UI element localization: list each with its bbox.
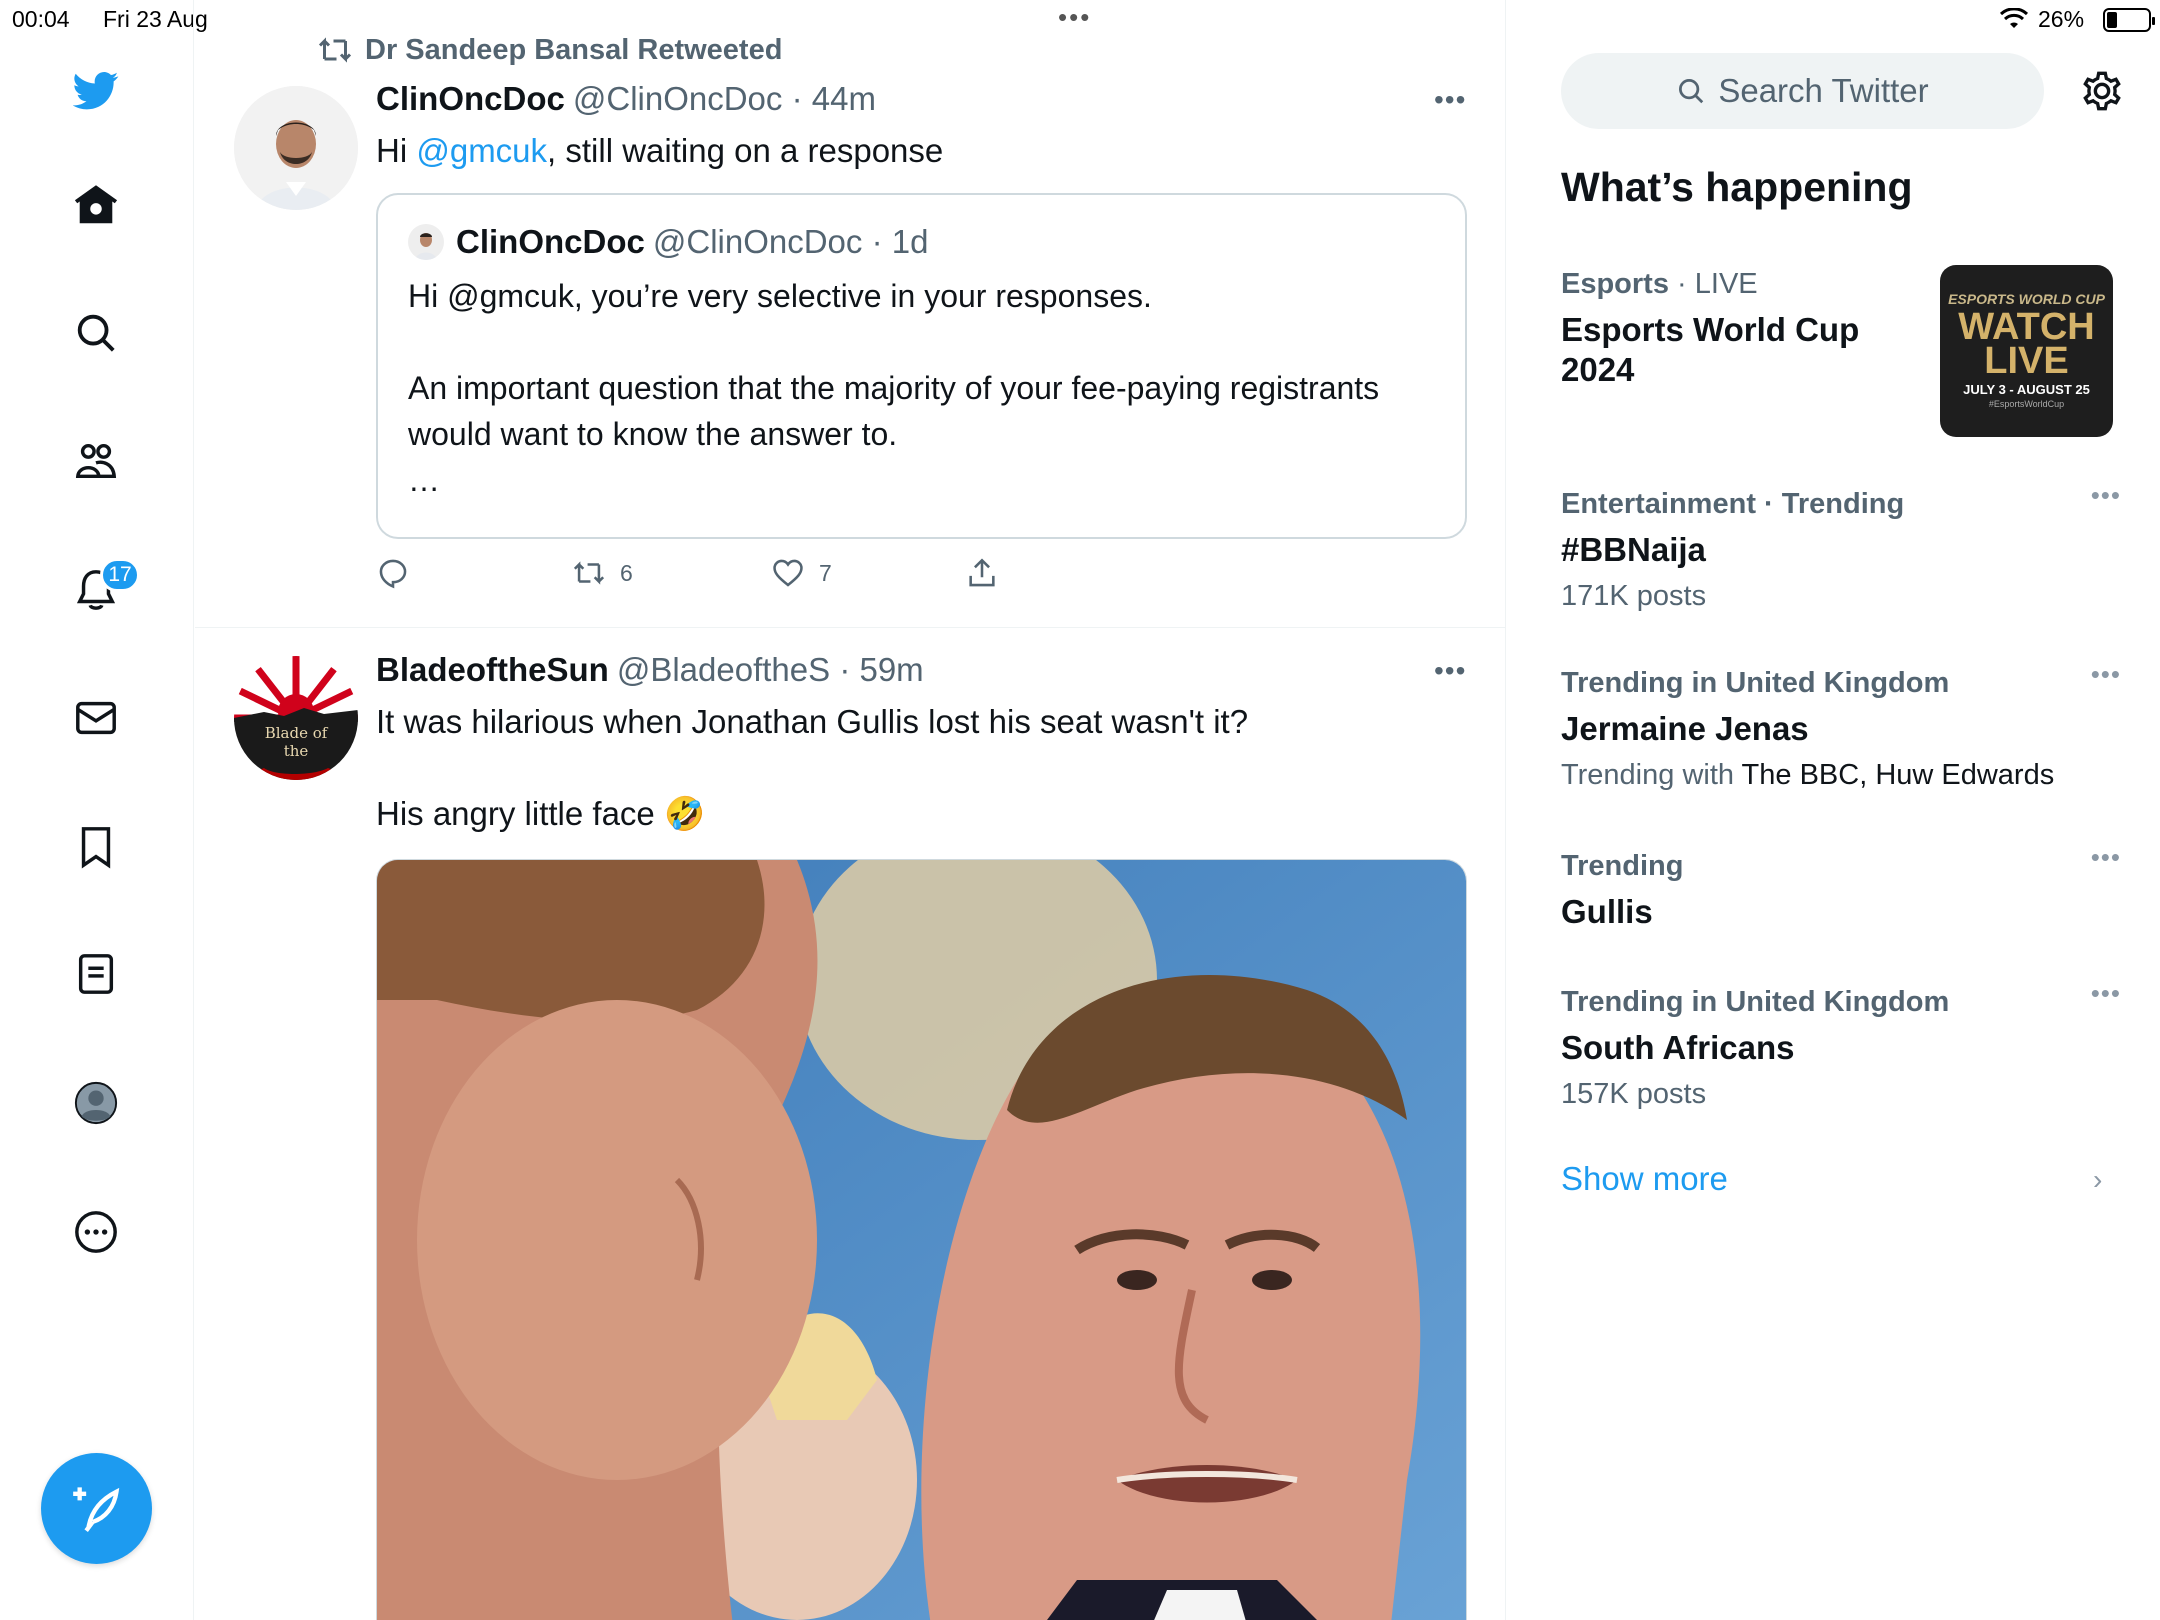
tweet-more-icon[interactable]: ••• [1434,84,1466,116]
author-name[interactable]: BladeoftheSun [376,651,609,688]
trend-meta: Entertainment · Trending [1561,488,1905,520]
trend-title: Jermaine Jenas [1561,710,1809,747]
trend-title: South Africans [1561,1029,1795,1066]
retweet-count: 6 [620,559,633,586]
tweet-more-icon[interactable]: ••• [1434,655,1466,687]
tweet-text-part: , still waiting on a response [547,132,944,169]
trend-more-icon[interactable]: ••• [2091,978,2121,1009]
quoted-author-avatar [408,224,444,260]
reply-icon [379,559,407,589]
trend-meta: Trending [1561,850,1684,882]
mention-link[interactable]: @gmcuk [416,132,547,169]
compose-tweet-button[interactable] [41,1453,152,1564]
trend-more-icon[interactable]: ••• [2091,659,2121,690]
author-handle-time[interactable]: @ClinOncDoc · 44m [573,80,876,117]
notifications-badge: 17 [100,558,140,592]
quoted-author-handle-time: @ClinOncDoc · 1d [652,223,929,260]
retweeted-by-label: Dr Sandeep Bansal Retweeted [365,33,783,66]
whats-happening-title: What’s happening [1561,164,1913,210]
trend-item-gullis[interactable]: ••• Trending Gullis [1561,842,2121,932]
trend-meta: Trending in United Kingdom [1561,667,1950,699]
author-handle-time[interactable]: @BladeoftheS · 59m [617,651,924,688]
tweet-header: BladeoftheSun @BladeoftheS · 59m [376,651,924,689]
trend-item-esports[interactable]: Esports · LIVE Esports World Cup 2024 [1561,264,1921,390]
like-count: 7 [819,559,832,586]
author-name[interactable]: ClinOncDoc [376,80,565,117]
right-sidebar: Search Twitter What’s happening Esports … [1507,0,2160,1620]
trend-related-names: The BBC, Huw Edwards [1741,759,2055,791]
tweet-text: Hi @gmcuk, still waiting on a response [376,128,1466,174]
trend-title: Gullis [1561,893,1653,930]
retweet-icon [573,561,605,585]
messages-envelope-icon[interactable] [66,688,126,748]
tweet-actions: 6 7 [376,556,1176,600]
trend-more-icon[interactable]: ••• [2091,842,2121,873]
share-button[interactable] [965,556,999,590]
quoted-author-name: ClinOncDoc [456,223,645,260]
tweet-divider [195,627,1505,628]
search-icon [1679,79,1704,104]
trend-item-bbnaija[interactable]: ••• Entertainment · Trending #BBNaija 17… [1561,480,2121,616]
trend-more-icon[interactable]: ••• [2091,480,2121,511]
compose-feather-icon [72,1486,119,1532]
trend-title: Esports World Cup 2024 [1561,311,1860,388]
thumb-main-text: WATCH LIVE [1958,306,2095,382]
thumb-hashtag: #EsportsWorldCup [1988,399,2065,409]
retweet-button[interactable]: 6 [572,556,633,590]
heart-icon [773,559,803,587]
trend-status: LIVE [1694,268,1758,300]
esports-thumbnail[interactable]: ESPORTS WORLD CUP WATCH LIVE JULY 3 - AU… [1940,265,2113,437]
tweet-photo[interactable] [376,859,1467,1620]
trend-related-prefix: Trending with [1561,759,1742,791]
trend-separator: · [1668,268,1695,300]
left-nav: 17 [0,0,194,1620]
trend-item-south-africans[interactable]: ••• Trending in United Kingdom South Afr… [1561,978,2121,1114]
timeline-feed[interactable]: Dr Sandeep Bansal Retweeted ClinOncDoc @C… [195,0,1506,1620]
trend-posts: 157K posts [1561,1078,1707,1110]
thumb-dates: JULY 3 - AUGUST 25 [1963,382,2090,397]
lists-icon[interactable] [66,944,126,1004]
trend-posts: 171K posts [1561,580,1707,612]
more-options-icon[interactable] [66,1202,126,1262]
profile-avatar-icon[interactable] [66,1073,126,1133]
search-twitter-input[interactable]: Search Twitter [1561,53,2044,129]
retweet-icon [318,37,352,63]
retweet-context[interactable]: Dr Sandeep Bansal Retweeted [317,32,782,68]
trend-related: Trending with The BBC, Huw Edwards [1561,755,2121,795]
clinoncdoc-avatar[interactable] [234,86,358,210]
trend-category: Esports [1561,268,1669,300]
quoted-tweet-card[interactable]: ClinOncDoc @ClinOncDoc · 1d Hi @gmcuk, y… [376,193,1467,539]
trend-title: #BBNaija [1561,531,1706,568]
avatar-caption: Blade of the [264,724,328,760]
trend-meta: Trending in United Kingdom [1561,986,1950,1018]
like-button[interactable]: 7 [771,556,832,590]
chevron-right-icon[interactable]: › [2093,1164,2102,1196]
search-placeholder: Search Twitter [1718,72,1929,109]
thumb-top-text: ESPORTS WORLD CUP [1948,291,2105,307]
quoted-tweet-text: Hi @gmcuk, you’re very selective in your… [408,278,1380,498]
tweet-header: ClinOncDoc @ClinOncDoc · 44m [376,80,876,118]
home-icon[interactable] [66,175,126,235]
reply-button[interactable] [376,556,410,590]
trend-item-jermaine-jenas[interactable]: ••• Trending in United Kingdom Jermaine … [1561,659,2121,795]
show-more-link[interactable]: Show more [1561,1160,1728,1198]
quoted-tweet-header: ClinOncDoc @ClinOncDoc · 1d [408,223,928,261]
settings-gear-icon[interactable] [2077,66,2127,116]
trend-meta: Esports · LIVE [1561,264,1921,304]
tweet-text: It was hilarious when Jonathan Gullis lo… [376,703,1249,832]
twitter-logo-icon[interactable] [66,60,126,120]
bookmarks-icon[interactable] [66,817,126,877]
share-upload-icon [969,558,995,587]
communities-icon[interactable] [66,431,126,491]
explore-search-icon[interactable] [66,303,126,363]
tweet-text-part: Hi [376,132,417,169]
bladeofthesun-avatar[interactable]: Blade of the [234,656,358,780]
